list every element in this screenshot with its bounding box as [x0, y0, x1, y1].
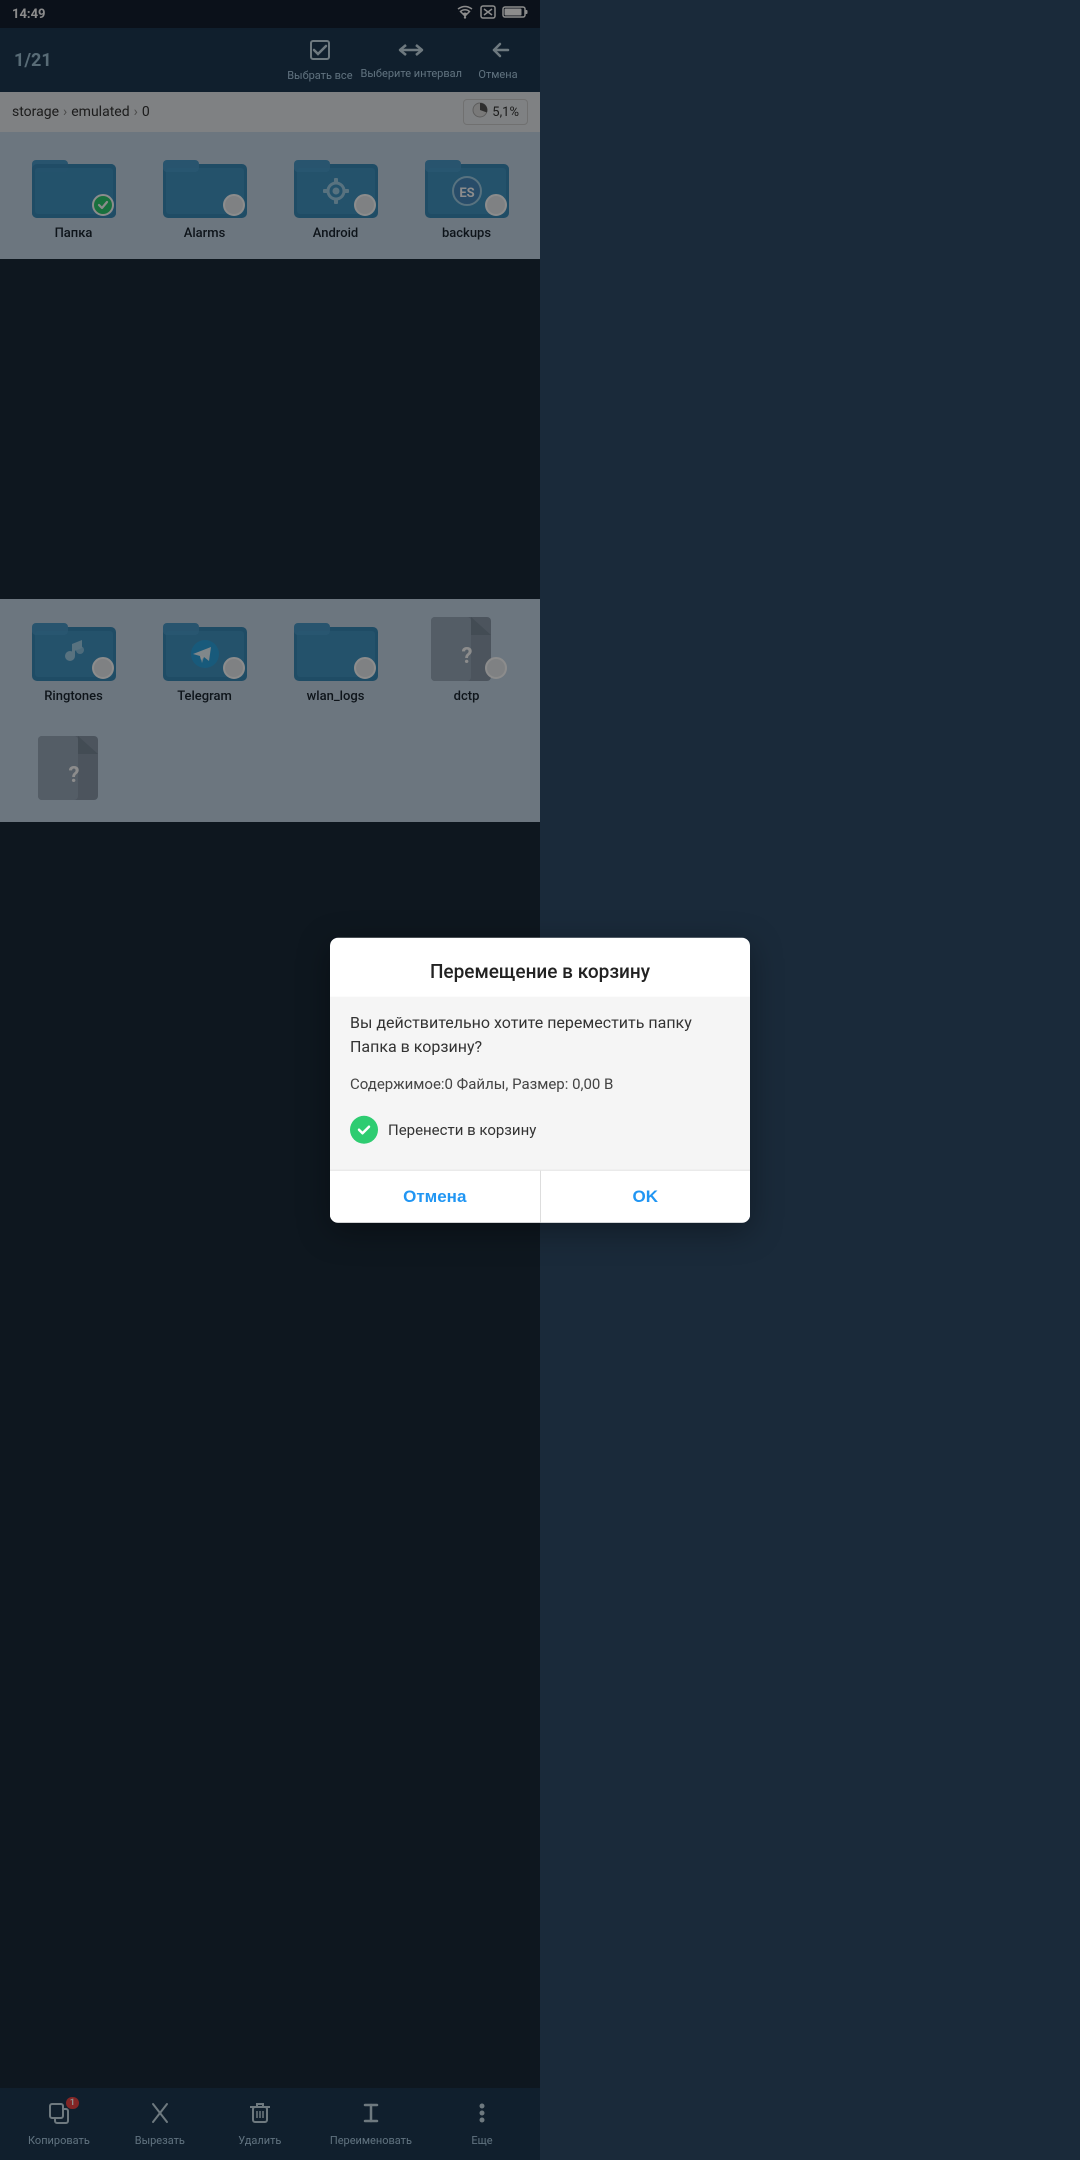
dialog-body: Вы действительно хотите переместить папк…	[330, 997, 750, 1170]
move-to-trash-row[interactable]: Перенести в корзину	[350, 1111, 730, 1153]
dialog-info: Содержимое:0 Файлы, Размер: 0,00 В	[350, 1073, 730, 1096]
dialog-cancel-button[interactable]: Отмена	[330, 1170, 541, 1222]
dialog-title: Перемещение в корзину	[330, 938, 750, 997]
checkbox-icon	[350, 1115, 378, 1143]
trash-dialog: Перемещение в корзину Вы действительно х…	[330, 938, 750, 1223]
dialog-message: Вы действительно хотите переместить папк…	[350, 997, 730, 1059]
dialog-ok-button[interactable]: OK	[541, 1170, 751, 1222]
move-to-trash-label: Перенести в корзину	[388, 1120, 536, 1138]
dialog-buttons: Отмена OK	[330, 1169, 750, 1222]
